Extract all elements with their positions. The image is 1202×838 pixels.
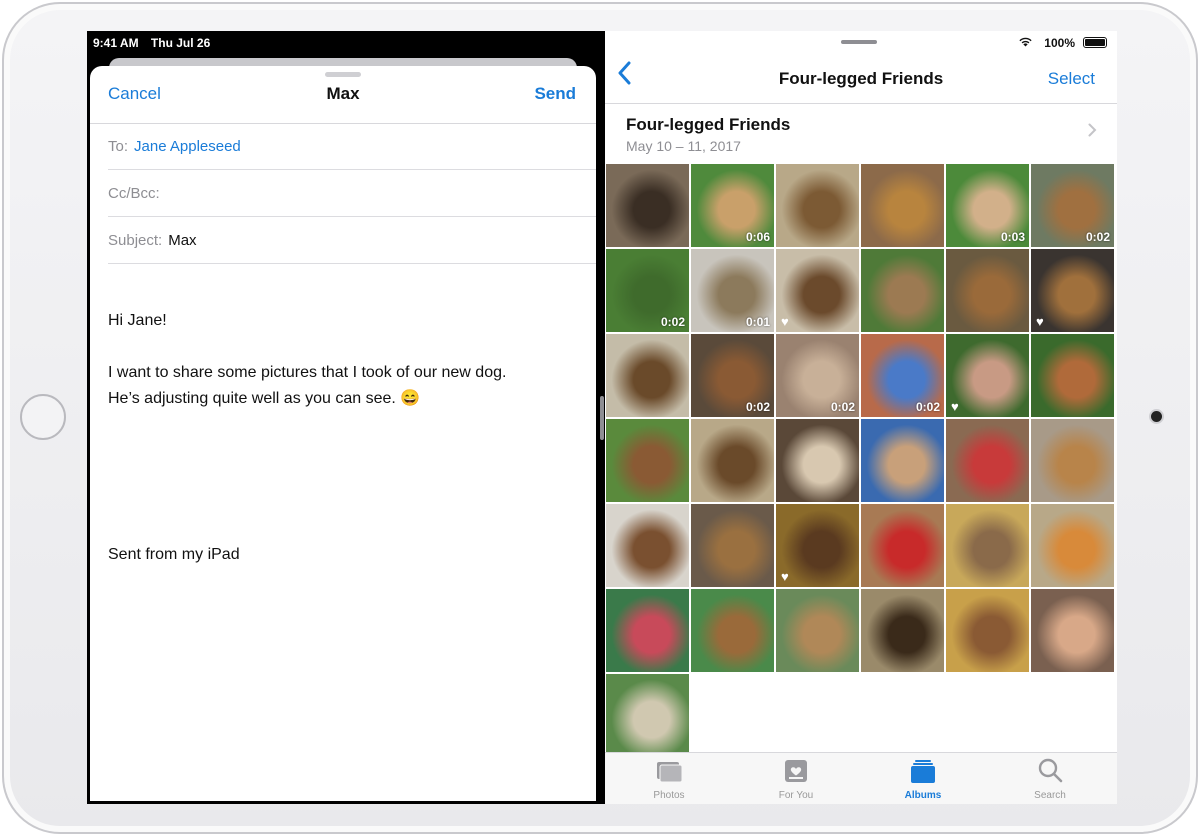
photo-thumbnail[interactable] [691,504,774,587]
photo-thumbnail[interactable]: ♥ [776,249,859,332]
photo-thumbnail[interactable] [606,164,689,247]
status-time: 9:41 AM [93,36,139,50]
tab-for-you[interactable]: For You [756,757,836,801]
search-icon [1036,757,1064,785]
photo-thumbnail[interactable] [776,164,859,247]
battery-percentage: 100% [1044,36,1075,50]
select-button[interactable]: Select [1048,69,1095,89]
favorite-heart-icon: ♥ [781,314,789,329]
photo-thumbnail[interactable] [861,589,944,672]
divider-handle[interactable] [600,396,604,440]
photos-pane: 100% Four-legged Friends Select Four-leg… [605,31,1117,804]
photo-thumbnail[interactable] [691,589,774,672]
video-duration: 0:01 [745,315,770,329]
battery-icon [1083,37,1107,48]
status-bar-left: 9:41 AM Thu Jul 26 [93,36,219,50]
body-line-2[interactable]: He’s adjusting quite well as you can see… [108,386,420,412]
favorite-heart-icon: ♥ [1036,314,1044,329]
body-signature[interactable]: Sent from my iPad [108,542,240,568]
subject-field[interactable]: Subject: Max [108,218,596,264]
video-duration: 0:02 [830,400,855,414]
photo-thumbnail[interactable] [861,164,944,247]
album-nav-bar: Four-legged Friends Select [605,53,1117,104]
photo-thumbnail[interactable] [606,674,689,757]
album-header-date: May 10 – 11, 2017 [626,138,741,154]
body-line-1[interactable]: I want to share some pictures that I too… [108,360,506,386]
photo-thumbnail[interactable] [606,419,689,502]
compose-sheet: Cancel Max Send To: Jane Appleseed Cc/Bcc… [90,66,596,801]
camera-lens [1151,411,1162,422]
cc-bcc-field[interactable]: Cc/Bcc: [108,171,596,217]
tab-photos[interactable]: Photos [629,757,709,801]
photo-thumbnail[interactable]: 0:01 [691,249,774,332]
subject-value[interactable]: Max [168,232,196,249]
photo-thumbnail[interactable]: 0:06 [691,164,774,247]
photo-thumbnail[interactable]: 0:02 [776,334,859,417]
video-duration: 0:02 [915,400,940,414]
to-recipient[interactable]: Jane Appleseed [134,138,241,155]
compose-nav-bar: Cancel Max Send [90,66,596,124]
tab-search[interactable]: Search [1010,757,1090,801]
status-date: Thu Jul 26 [150,36,211,50]
photo-thumbnail[interactable] [1031,589,1114,672]
photo-thumbnail[interactable]: 0:02 [861,334,944,417]
wifi-icon [1018,36,1033,50]
photo-thumbnail[interactable] [861,249,944,332]
photo-thumbnail[interactable]: ♥ [946,334,1029,417]
chevron-right-icon [1088,121,1097,142]
tab-photos-label: Photos [653,790,685,801]
photo-thumbnail[interactable]: ♥ [776,504,859,587]
photo-thumbnail[interactable] [946,504,1029,587]
ipad-screen: 9:41 AM Thu Jul 26 Cancel Max Send To: Ja… [87,31,1117,804]
photo-thumbnail[interactable] [1031,334,1114,417]
photo-thumbnail[interactable]: 0:02 [691,334,774,417]
send-button[interactable]: Send [534,84,576,104]
body-greeting[interactable]: Hi Jane! [108,308,167,334]
favorite-heart-icon: ♥ [781,569,789,584]
tab-search-label: Search [1034,790,1066,801]
compose-title: Max [326,84,360,103]
tab-albums-label: Albums [904,790,942,801]
photo-thumbnail[interactable] [606,589,689,672]
photo-thumbnail[interactable]: 0:02 [1031,164,1114,247]
video-duration: 0:02 [745,400,770,414]
photo-thumbnail[interactable] [691,419,774,502]
tab-albums[interactable]: Albums [883,757,963,801]
tab-bar: Photos For You Albums Search [605,752,1117,804]
photo-thumbnail[interactable] [606,504,689,587]
for-you-icon [782,757,810,785]
photo-thumbnail[interactable] [946,249,1029,332]
cc-bcc-label: Cc/Bcc: [108,185,160,202]
photo-thumbnail[interactable] [776,419,859,502]
app-handle[interactable] [841,40,877,44]
photo-thumbnail[interactable] [1031,504,1114,587]
album-nav-title: Four-legged Friends [778,69,944,88]
mail-pane: 9:41 AM Thu Jul 26 Cancel Max Send To: Ja… [87,31,599,804]
photo-thumbnail[interactable] [861,419,944,502]
albums-icon [909,757,937,785]
photo-thumbnail[interactable] [606,334,689,417]
status-bar-right: 100% [605,31,1117,53]
tab-for-you-label: For You [778,790,814,801]
album-header-title: Four-legged Friends [626,115,791,134]
photo-thumbnail[interactable] [861,504,944,587]
photo-thumbnail[interactable] [776,589,859,672]
video-duration: 0:02 [660,315,685,329]
video-duration: 0:03 [1000,230,1025,244]
photo-thumbnail[interactable] [1031,419,1114,502]
to-label: To: [108,138,129,155]
photo-thumbnail[interactable]: ♥ [1031,249,1114,332]
photo-thumbnail[interactable] [946,419,1029,502]
album-header[interactable]: Four-legged Friends May 10 – 11, 2017 [605,104,1117,162]
photo-thumbnail[interactable] [946,589,1029,672]
video-duration: 0:02 [1085,230,1110,244]
photo-thumbnail[interactable]: 0:03 [946,164,1029,247]
video-duration: 0:06 [745,230,770,244]
to-field[interactable]: To: Jane Appleseed [108,124,596,170]
favorite-heart-icon: ♥ [951,399,959,414]
subject-label: Subject: [108,232,163,249]
photo-thumbnail[interactable]: 0:02 [606,249,689,332]
home-button[interactable] [20,394,66,440]
photos-icon [655,757,683,785]
